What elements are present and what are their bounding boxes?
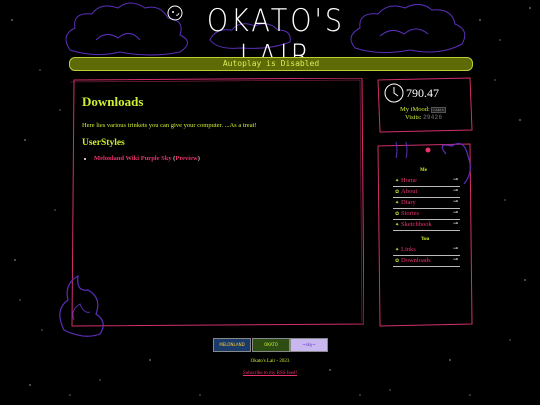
userstyle-preview-link[interactable]: Preview	[175, 155, 197, 162]
intro-text: Here lies various trinkets you can give …	[82, 122, 257, 129]
section-title-userstyles: UserStyles	[82, 138, 125, 148]
bullet-icon: ✿	[395, 190, 400, 195]
page-title: Downloads	[82, 94, 144, 109]
bullet-icon: ✿	[395, 259, 400, 264]
rss-link[interactable]: Subscribe to my RSS feed!	[243, 371, 297, 376]
nav-label: Sketchbook	[401, 221, 432, 228]
visit-counter: 29426	[423, 115, 443, 121]
sidebar-item-diary[interactable]: ✦ Diary ⊸	[393, 198, 460, 209]
okato-button[interactable]: OKATO	[252, 338, 290, 352]
bullet-icon: ✦	[395, 223, 400, 228]
sidebar-item-sketchbook[interactable]: ✦ Sketchbook ⊸	[393, 220, 460, 231]
arrow-icon: ⊸	[452, 257, 458, 263]
sidebar-item-stories[interactable]: ✿ Stories ⊸	[393, 209, 460, 220]
userstyles-list: Melonland Wiki Purple Sky (Preview)	[82, 155, 352, 162]
sidebar-item-downloads[interactable]: ✿ Downloads ⊸	[393, 256, 460, 267]
footer-copyright: Okato's Lair - 2023	[250, 359, 290, 364]
nav-label: Downloads	[401, 257, 431, 264]
arrow-icon: ⊸	[452, 246, 458, 252]
sidebar-item-about[interactable]: ✿ About ⊸	[393, 187, 460, 198]
footer-rss: Subscribe to my RSS feed!	[0, 371, 540, 376]
clock-icon	[384, 83, 404, 103]
userstyle-download-link[interactable]: Melonland Wiki Purple Sky	[94, 155, 172, 162]
sky-button[interactable]: ~sky~	[290, 338, 328, 352]
logo-face-icon	[167, 5, 183, 21]
nav-label: Links	[401, 246, 416, 253]
arrow-icon: ⊸	[452, 221, 458, 227]
autoplay-status-bar[interactable]: Autoplay is Disabled	[69, 57, 473, 71]
sidebar-item-links[interactable]: ✦ Links ⊸	[393, 245, 460, 256]
flame-decoration-left-icon	[59, 274, 104, 337]
nav-label: Stories	[401, 210, 420, 217]
close-paren: )	[197, 155, 200, 162]
melonland-button[interactable]: MELONLAND	[213, 338, 251, 352]
nav-label: Diary	[401, 199, 416, 206]
nav-heading-you: You	[421, 237, 430, 242]
imood-label: My iMood:	[400, 106, 430, 113]
nav-heading-me: Me	[420, 168, 427, 173]
bullet-icon: ✦	[395, 201, 400, 206]
arrow-icon: ⊸	[452, 210, 458, 216]
imood-row: My iMood: I AM S	[400, 106, 446, 113]
imood-badge[interactable]: I AM S	[431, 106, 446, 113]
visits-row: Visits: 29426	[405, 114, 442, 121]
list-item: Melonland Wiki Purple Sky (Preview)	[94, 155, 352, 162]
sidebar-item-home[interactable]: ✦ Home ⊸	[393, 176, 460, 187]
arrow-icon: ⊸	[452, 199, 458, 205]
arrow-icon: ⊸	[452, 188, 458, 194]
bullet-icon: ✦	[395, 179, 400, 184]
nav-label: Home	[401, 177, 417, 184]
visits-label: Visits:	[405, 114, 422, 121]
counter-value: 790.47	[406, 86, 439, 100]
arrow-icon: ⊸	[452, 177, 458, 183]
bullet-icon: ✦	[395, 248, 400, 253]
bullet-icon: ✿	[395, 212, 400, 217]
nav-label: About	[401, 188, 418, 195]
